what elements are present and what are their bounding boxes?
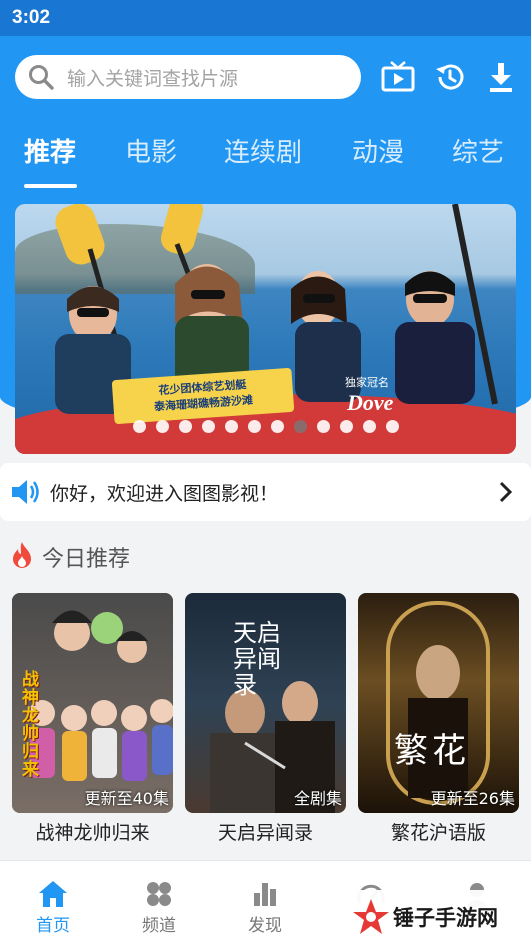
video-poster[interactable]: 天启异闻录 全剧集 [185,593,346,813]
notice-text: 你好，欢迎进入图图影视！ [50,482,279,505]
poster-title-art: 天启异闻录 [233,621,281,699]
episode-badge: 更新至40集 [84,789,169,808]
fire-icon [10,541,34,573]
video-poster[interactable]: 战神龙帅归来 更新至40集 [12,593,173,813]
video-title[interactable]: 繁花沪语版 [358,818,519,845]
carousel-dot[interactable] [316,420,330,433]
carousel-dot[interactable] [201,420,215,433]
carousel-dot[interactable] [339,420,353,433]
video-title[interactable]: 天启异闻录 [185,818,346,845]
watermark: 锤子手游网 [345,890,531,944]
nav-channel[interactable]: 频道 [119,879,199,936]
discover-icon [225,879,305,909]
chevron-right-icon [499,481,513,507]
search-placeholder: 输入关键词查找片源 [67,67,239,90]
tab-movie[interactable]: 电影 [125,132,177,169]
nav-label: 频道 [142,916,176,936]
search-input[interactable]: 输入关键词查找片源 [15,55,361,99]
carousel-dot[interactable] [132,420,146,433]
episode-badge: 全剧集 [293,789,342,808]
poster-title-art: 战神龙帅归来 [22,670,39,780]
notice-bar[interactable]: 你好，欢迎进入图图影视！ [0,463,531,521]
carousel-dots [15,420,516,433]
video-card[interactable]: 繁花 更新至26集 繁花沪语版 [358,593,519,845]
carousel-dot-active[interactable] [293,420,307,433]
banner-logo: Dove [347,390,394,415]
banner-sponsor: 独家冠名 [345,376,389,389]
video-poster[interactable]: 繁花 更新至26集 [358,593,519,813]
poster-title-art: 繁花 [394,733,470,770]
carousel-dot[interactable] [247,420,261,433]
carousel-dot[interactable] [224,420,238,433]
video-card[interactable]: 天启异闻录 全剧集 天启异闻录 [185,593,346,845]
banner-carousel[interactable]: 花少团体综艺划艇 泰海珊瑚礁畅游沙滩 独家冠名 Dove [15,204,516,454]
video-card[interactable]: 战神龙帅归来 更新至40集 战神龙帅归来 [12,593,173,845]
tab-series[interactable]: 连续剧 [224,132,302,169]
download-icon[interactable] [484,60,518,94]
carousel-dot[interactable] [178,420,192,433]
status-time: 3:02 [12,7,51,28]
history-icon[interactable] [433,60,467,94]
search-icon [27,63,55,91]
status-bar: 3:02 [0,0,531,36]
video-title[interactable]: 战神龙帅归来 [12,818,173,845]
home-icon [13,879,93,909]
nav-label: 首页 [36,916,70,936]
nav-discover[interactable]: 发现 [225,879,305,936]
tab-indicator [24,184,77,188]
banner-image [55,204,498,414]
carousel-dot[interactable] [385,420,399,433]
carousel-dot[interactable] [155,420,169,433]
section-header: 今日推荐 [10,541,130,573]
speaker-icon [10,477,40,507]
watermark-text: 锤子手游网 [393,906,498,930]
poster-art [386,601,490,805]
section-title: 今日推荐 [42,547,131,572]
nav-label: 发现 [248,916,282,936]
app-screen: { "status": { "time": "3:02" }, "search"… [0,0,531,944]
tab-recommend[interactable]: 推荐 [24,132,76,169]
tab-anime[interactable]: 动漫 [352,132,404,169]
carousel-dot[interactable] [362,420,376,433]
channel-icon [119,879,199,909]
category-tabs: 推荐 电影 连续剧 动漫 综艺 [0,132,531,192]
tv-icon[interactable] [381,60,415,94]
episode-badge: 更新至26集 [430,789,515,808]
nav-home[interactable]: 首页 [13,879,93,936]
carousel-dot[interactable] [270,420,284,433]
tab-variety[interactable]: 综艺 [452,132,504,169]
watermark-logo-icon [353,899,389,934]
